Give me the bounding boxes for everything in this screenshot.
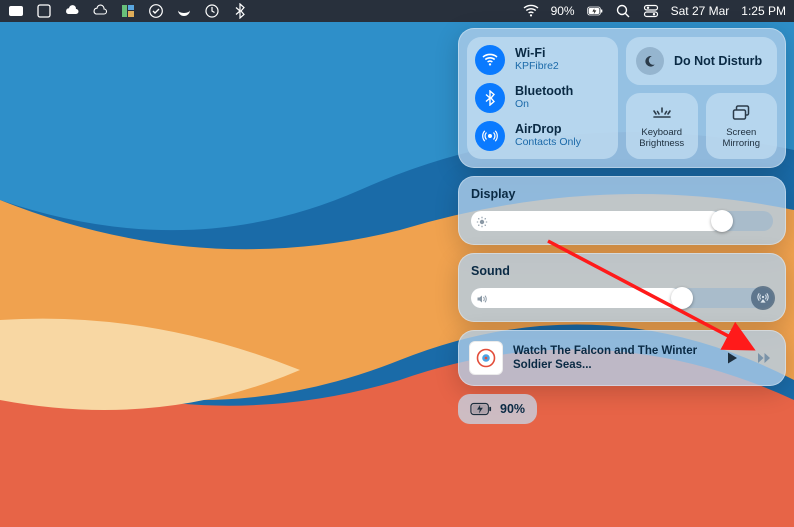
bluetooth-toggle[interactable]: Bluetooth On xyxy=(475,83,610,113)
battery-percent[interactable]: 90% xyxy=(551,4,575,18)
airdrop-toggle[interactable]: AirDrop Contacts Only xyxy=(475,121,610,151)
bluetooth-status-icon[interactable] xyxy=(232,3,248,19)
speaker-icon xyxy=(476,292,488,304)
spotlight-search-icon[interactable] xyxy=(615,3,631,19)
airplay-audio-button[interactable] xyxy=(751,286,775,310)
keyboard-brightness-label: Keyboard Brightness xyxy=(628,128,696,149)
sun-icon xyxy=(476,215,488,227)
media-play-button[interactable] xyxy=(721,347,743,369)
menubar-clock-icon[interactable] xyxy=(204,3,220,19)
sound-title: Sound xyxy=(471,264,773,278)
media-artwork xyxy=(469,341,503,375)
menubar: 90% Sat 27 Mar 1:25 PM xyxy=(0,0,794,22)
menubar-check-icon[interactable] xyxy=(148,3,164,19)
keyboard-brightness-button[interactable]: Keyboard Brightness xyxy=(626,93,698,159)
display-tile: Display xyxy=(458,176,786,245)
sound-slider[interactable] xyxy=(471,288,773,308)
bluetooth-icon xyxy=(475,83,505,113)
display-slider[interactable] xyxy=(471,211,773,231)
media-forward-button[interactable] xyxy=(753,347,775,369)
screen-mirroring-label: Screen Mirroring xyxy=(708,128,776,149)
airdrop-status: Contacts Only xyxy=(515,137,581,149)
dnd-title: Do Not Disturb xyxy=(674,54,762,68)
battery-label: 90% xyxy=(500,402,525,416)
screen-mirroring-button[interactable]: Screen Mirroring xyxy=(706,93,778,159)
display-title: Display xyxy=(471,187,773,201)
wifi-title: Wi-Fi xyxy=(515,47,559,61)
wifi-status-icon[interactable] xyxy=(523,3,539,19)
menubar-grid-icon[interactable] xyxy=(120,3,136,19)
wifi-toggle[interactable]: Wi-Fi KPFibre2 xyxy=(475,45,610,75)
bluetooth-status: On xyxy=(515,99,573,111)
airdrop-title: AirDrop xyxy=(515,123,581,137)
media-title: Watch The Falcon and The Winter Soldier … xyxy=(513,344,711,373)
screen-mirroring-icon xyxy=(731,103,751,123)
moon-icon xyxy=(636,47,664,75)
wifi-status: KPFibre2 xyxy=(515,61,559,73)
connectivity-tile: Wi-Fi KPFibre2 Bluetooth On AirDrop xyxy=(467,37,618,159)
now-playing-tile[interactable]: Watch The Falcon and The Winter Soldier … xyxy=(458,330,786,386)
sound-slider-knob[interactable] xyxy=(671,287,693,309)
keyboard-brightness-icon xyxy=(652,103,672,123)
control-center-menubar-icon[interactable] xyxy=(643,3,659,19)
menubar-cloud-icon[interactable] xyxy=(64,3,80,19)
menubar-bowl-icon[interactable] xyxy=(176,3,192,19)
cc-top-panel: Wi-Fi KPFibre2 Bluetooth On AirDrop xyxy=(458,28,786,168)
wifi-icon xyxy=(475,45,505,75)
menubar-app-icon-1[interactable] xyxy=(8,3,24,19)
bluetooth-title: Bluetooth xyxy=(515,85,573,99)
menubar-time[interactable]: 1:25 PM xyxy=(741,4,786,18)
airdrop-icon xyxy=(475,121,505,151)
menubar-date[interactable]: Sat 27 Mar xyxy=(671,4,730,18)
battery-status-icon[interactable] xyxy=(587,3,603,19)
battery-tile[interactable]: 90% xyxy=(458,394,537,424)
do-not-disturb-toggle[interactable]: Do Not Disturb xyxy=(626,37,777,85)
battery-charging-icon xyxy=(470,402,492,416)
sound-tile: Sound xyxy=(458,253,786,322)
menubar-cloud2-icon[interactable] xyxy=(92,3,108,19)
display-slider-knob[interactable] xyxy=(711,210,733,232)
menubar-app-icon-2[interactable] xyxy=(36,3,52,19)
control-center: Wi-Fi KPFibre2 Bluetooth On AirDrop xyxy=(458,28,786,424)
